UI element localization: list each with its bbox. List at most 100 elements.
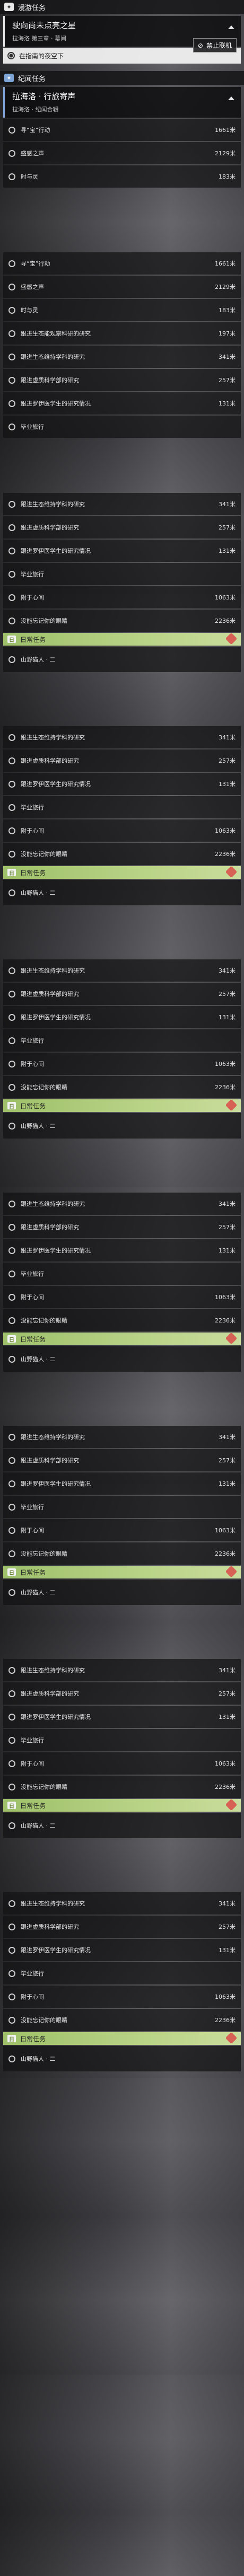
list-item[interactable]: 跟进罗伊医学生的研究情况 131米 (3, 1239, 241, 1261)
list-item[interactable]: 没能忘记你的眼睛 2236米 (3, 1309, 241, 1331)
companion-quest-subtitle: 拉海洛 · 纪闻合辑 (12, 106, 59, 113)
list-item[interactable]: 跟进虚质科学部的研究 257米 (3, 983, 241, 1005)
list-item[interactable]: 毕业旅行 (3, 1729, 241, 1751)
radio-icon (8, 1037, 15, 1044)
collapse-arrow-icon[interactable] (228, 25, 234, 29)
list-item[interactable]: 寻“宝”行动 1661米 (3, 252, 241, 275)
radio-icon (8, 570, 15, 578)
list-item[interactable]: 毕业旅行 (3, 1496, 241, 1518)
collapse-arrow-icon[interactable] (228, 96, 234, 100)
list-item[interactable]: 盛感之声 2129米 (3, 276, 241, 298)
list-item[interactable]: 附于心间 1063米 (3, 1519, 241, 1541)
radio-icon (8, 1317, 15, 1324)
first-quest-list: 寻“宝”行动 1661米 盛感之声 2129米 时与灵 183米 (3, 119, 241, 188)
repeat-block-1: 跟进生态维持学科的研究 341米 跟进虚质科学部的研究 257米 跟进罗伊医学生的研… (3, 493, 241, 632)
list-item[interactable]: 跟进罗伊医学生的研究情况 131米 (3, 1472, 241, 1495)
step-radio-icon (7, 52, 15, 59)
list-item[interactable]: 跟进生态维持学科的研究 341米 (3, 346, 241, 368)
radio-icon (8, 1993, 15, 2000)
radio-icon (8, 423, 15, 430)
list-item[interactable]: 没能忘记你的眼睛 2236米 (3, 843, 241, 865)
list-item[interactable]: 毕业旅行 (3, 1263, 241, 1285)
list-item[interactable]: 跟进罗伊医学生的研究情况 131米 (3, 1006, 241, 1028)
repeat-block-3: 跟进生态维持学科的研究 341米 跟进虚质科学部的研究 257米 跟进罗伊医学生的研… (3, 959, 241, 1098)
list-item[interactable]: 时与灵 183米 (3, 299, 241, 321)
list-item[interactable]: 毕业旅行 (3, 563, 241, 585)
radio-icon (8, 827, 15, 834)
flag-icon (225, 632, 238, 645)
daily-section-label: 日常任务 (20, 2035, 46, 2043)
daily-quest-item[interactable]: 山野猫人 · 二 (3, 1113, 241, 1139)
daily-quest-item[interactable]: 山野猫人 · 二 (3, 1580, 241, 1605)
list-item[interactable]: 附于心间 1063米 (3, 1286, 241, 1308)
radio-icon (8, 889, 15, 896)
list-item[interactable]: 跟进虚质科学部的研究 257米 (3, 1916, 241, 1938)
radio-icon (8, 967, 15, 974)
list-item[interactable]: 跟进虚质科学部的研究 257米 (3, 1682, 241, 1705)
radio-icon (8, 1783, 15, 1790)
list-item[interactable]: 附于心间 1063米 (3, 1053, 241, 1075)
list-item[interactable]: 附于心间 1063米 (3, 1986, 241, 2008)
radio-icon (8, 1433, 15, 1441)
list-item[interactable]: 毕业旅行 (3, 796, 241, 818)
list-item[interactable]: 跟进罗伊医学生的研究情况 131米 (3, 773, 241, 795)
list-item[interactable]: 跟进罗伊医学生的研究情况 131米 (3, 540, 241, 562)
companion-quest-card[interactable]: 拉海洛 · 行旅寄声 拉海洛 · 纪闻合辑 (3, 87, 241, 118)
second-quest-list: 寻“宝”行动 1661米 盛感之声 2129米 时与灵 183米 跟进生态能观察科研的… (3, 252, 241, 438)
list-item[interactable]: 跟进生态维持学科的研究 341米 (3, 1892, 241, 1915)
list-item[interactable]: 没能忘记你的眼睛 2236米 (3, 2009, 241, 2031)
list-item[interactable]: 跟进生态维持学科的研究 341米 (3, 493, 241, 515)
daily-section-header: 日日常任务 (3, 632, 241, 646)
list-item[interactable]: 没能忘记你的眼睛 2236米 (3, 1076, 241, 1098)
list-item[interactable]: 跟进生态维持学科的研究 341米 (3, 959, 241, 982)
list-item[interactable]: 跟进虚质科学部的研究 257米 (3, 369, 241, 391)
radio-icon (8, 850, 15, 858)
list-item[interactable]: 没能忘记你的眼睛 2236米 (3, 1542, 241, 1565)
list-item[interactable]: 时与灵 183米 (3, 165, 241, 188)
list-item[interactable]: 跟进罗伊医学生的研究情况 131米 (3, 1706, 241, 1728)
list-item[interactable]: 跟进罗伊医学生的研究情况 131米 (3, 1939, 241, 1961)
daily-section-label: 日常任务 (20, 1102, 46, 1110)
list-item[interactable]: 跟进生态维持学科的研究 341米 (3, 1193, 241, 1215)
list-item[interactable]: 附于心间 1063米 (3, 1752, 241, 1775)
list-item[interactable]: 盛感之声 2129米 (3, 142, 241, 164)
list-item[interactable]: 毕业旅行 (3, 416, 241, 438)
daily-quest-item[interactable]: 山野猫人 · 二 (3, 880, 241, 905)
radio-icon (8, 1946, 15, 1954)
radio-icon (8, 1713, 15, 1721)
daily-quest-item[interactable]: 山野猫人 · 二 (3, 647, 241, 672)
list-item[interactable]: 没能忘记你的眼睛 2236米 (3, 1776, 241, 1798)
list-item[interactable]: 跟进虚质科学部的研究 257米 (3, 1449, 241, 1471)
list-item[interactable]: 附于心间 1063米 (3, 586, 241, 608)
radio-icon (8, 306, 15, 314)
radio-icon (8, 804, 15, 811)
daily-quest-item[interactable]: 山野猫人 · 二 (3, 2046, 241, 2071)
list-item[interactable]: 跟进生态能观察科研的研究 197米 (3, 322, 241, 345)
daily-quest-item[interactable]: 山野猫人 · 二 (3, 1346, 241, 1372)
radio-icon (8, 594, 15, 601)
list-item[interactable]: 跟进虚质科学部的研究 257米 (3, 749, 241, 772)
radio-icon (8, 617, 15, 624)
list-item[interactable]: 没能忘记你的眼睛 2236米 (3, 610, 241, 632)
daily-section-header: 日日常任务 (3, 1798, 241, 1812)
list-item[interactable]: 跟进生态维持学科的研究 341米 (3, 726, 241, 748)
radio-icon (8, 1527, 15, 1534)
main-quest-current-step[interactable]: 在指南的夜空下 ⊘ 禁止联机 (3, 38, 241, 64)
radio-icon (8, 990, 15, 998)
explore-section-icon: ✦ (4, 3, 14, 11)
list-item[interactable]: 跟进罗伊医学生的研究情况 131米 (3, 392, 241, 414)
radio-icon (8, 149, 15, 157)
daily-quest-item[interactable]: 山野猫人 · 二 (3, 1813, 241, 1838)
list-item[interactable]: 附于心间 1063米 (3, 819, 241, 842)
daily-icon: 日 (7, 636, 16, 643)
list-item[interactable]: 跟进虚质科学部的研究 257米 (3, 516, 241, 539)
list-item[interactable]: 毕业旅行 (3, 1962, 241, 1984)
list-item[interactable]: 跟进虚质科学部的研究 257米 (3, 1216, 241, 1238)
list-item[interactable]: 毕业旅行 (3, 1029, 241, 1052)
list-item[interactable]: 跟进生态维持学科的研究 341米 (3, 1659, 241, 1681)
list-item[interactable]: 寻“宝”行动 1661米 (3, 119, 241, 141)
flag-icon (225, 2032, 238, 2044)
explore-section-label: 漫游任务 (18, 4, 46, 12)
radio-icon (8, 353, 15, 360)
list-item[interactable]: 跟进生态维持学科的研究 341米 (3, 1426, 241, 1448)
